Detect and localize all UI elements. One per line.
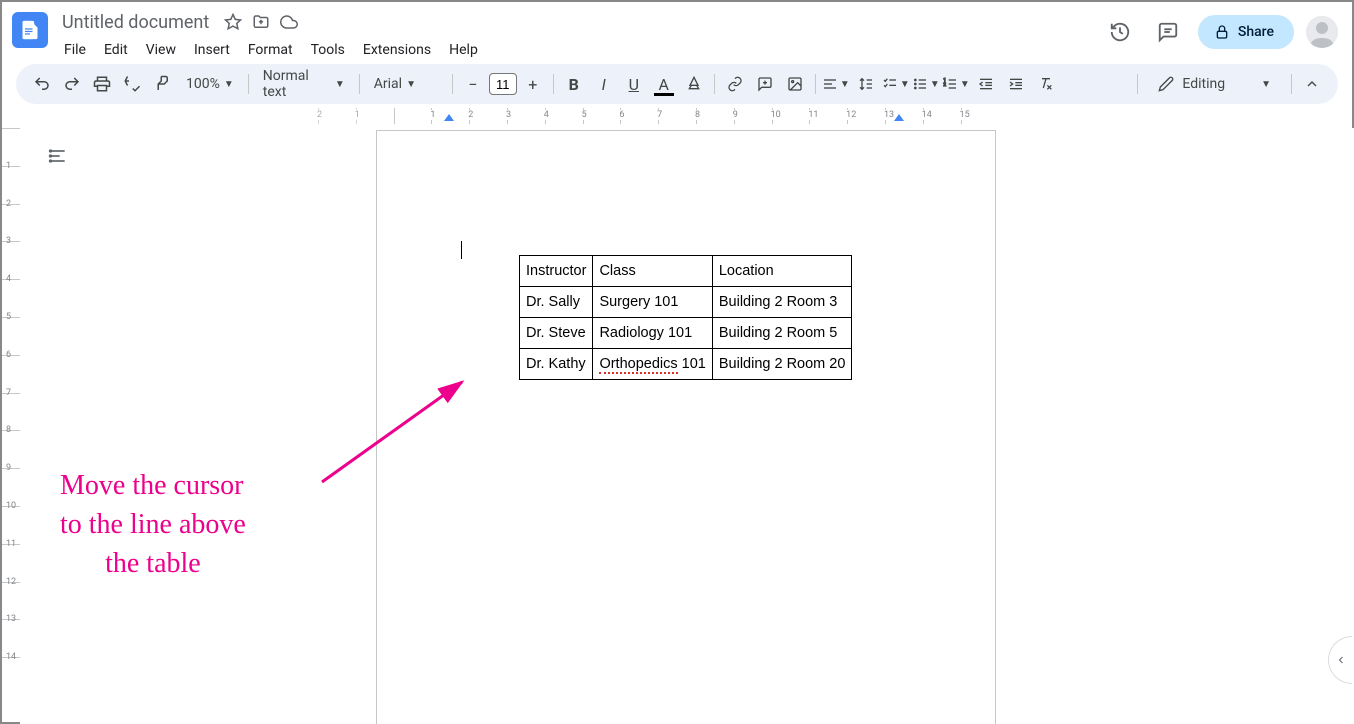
content-area: 1234567891011121314 InstructorClassLocat… bbox=[0, 128, 1354, 724]
page-content[interactable]: InstructorClassLocationDr. SallySurgery … bbox=[377, 131, 995, 440]
text-cursor bbox=[461, 241, 462, 259]
outline-toggle-button[interactable] bbox=[42, 140, 74, 172]
annotation-line-1: Move the cursor bbox=[60, 466, 246, 505]
document-canvas: InstructorClassLocationDr. SallySurgery … bbox=[20, 128, 1354, 724]
annotation-line-2: to the line above bbox=[60, 505, 246, 544]
horizontal-ruler[interactable]: 21123456789101112131415 bbox=[42, 108, 1354, 124]
table-cell[interactable]: Dr. Kathy bbox=[520, 349, 593, 380]
table-row[interactable]: Dr. SallySurgery 101Building 2 Room 3 bbox=[520, 287, 852, 318]
annotation-line-3: the table bbox=[60, 544, 246, 583]
table-cell[interactable]: Orthopedics 101 bbox=[593, 349, 712, 380]
table-header-cell[interactable]: Instructor bbox=[520, 256, 593, 287]
table-row[interactable]: Dr. KathyOrthopedics 101Building 2 Room … bbox=[520, 349, 852, 380]
chevron-left-icon bbox=[1335, 654, 1347, 666]
annotation-text: Move the cursor to the line above the ta… bbox=[60, 466, 246, 584]
table-cell[interactable]: Dr. Sally bbox=[520, 287, 593, 318]
vertical-ruler[interactable]: 1234567891011121314 bbox=[2, 128, 20, 724]
document-page[interactable]: InstructorClassLocationDr. SallySurgery … bbox=[376, 130, 996, 724]
highlight-color-button[interactable] bbox=[680, 70, 708, 98]
text-color-button[interactable]: A bbox=[650, 70, 678, 98]
table-cell[interactable]: Dr. Steve bbox=[520, 318, 593, 349]
table-cell[interactable]: Surgery 101 bbox=[593, 287, 712, 318]
table-cell[interactable]: Radiology 101 bbox=[593, 318, 712, 349]
table-cell[interactable]: Building 2 Room 3 bbox=[712, 287, 852, 318]
table-header-cell[interactable]: Location bbox=[712, 256, 852, 287]
table-header-cell[interactable]: Class bbox=[593, 256, 712, 287]
table-row[interactable]: Dr. SteveRadiology 101Building 2 Room 5 bbox=[520, 318, 852, 349]
left-indent-marker[interactable] bbox=[444, 114, 454, 121]
right-indent-marker[interactable] bbox=[894, 114, 904, 121]
table-cell[interactable]: Building 2 Room 5 bbox=[712, 318, 852, 349]
table-cell[interactable]: Building 2 Room 20 bbox=[712, 349, 852, 380]
document-table[interactable]: InstructorClassLocationDr. SallySurgery … bbox=[519, 255, 852, 380]
